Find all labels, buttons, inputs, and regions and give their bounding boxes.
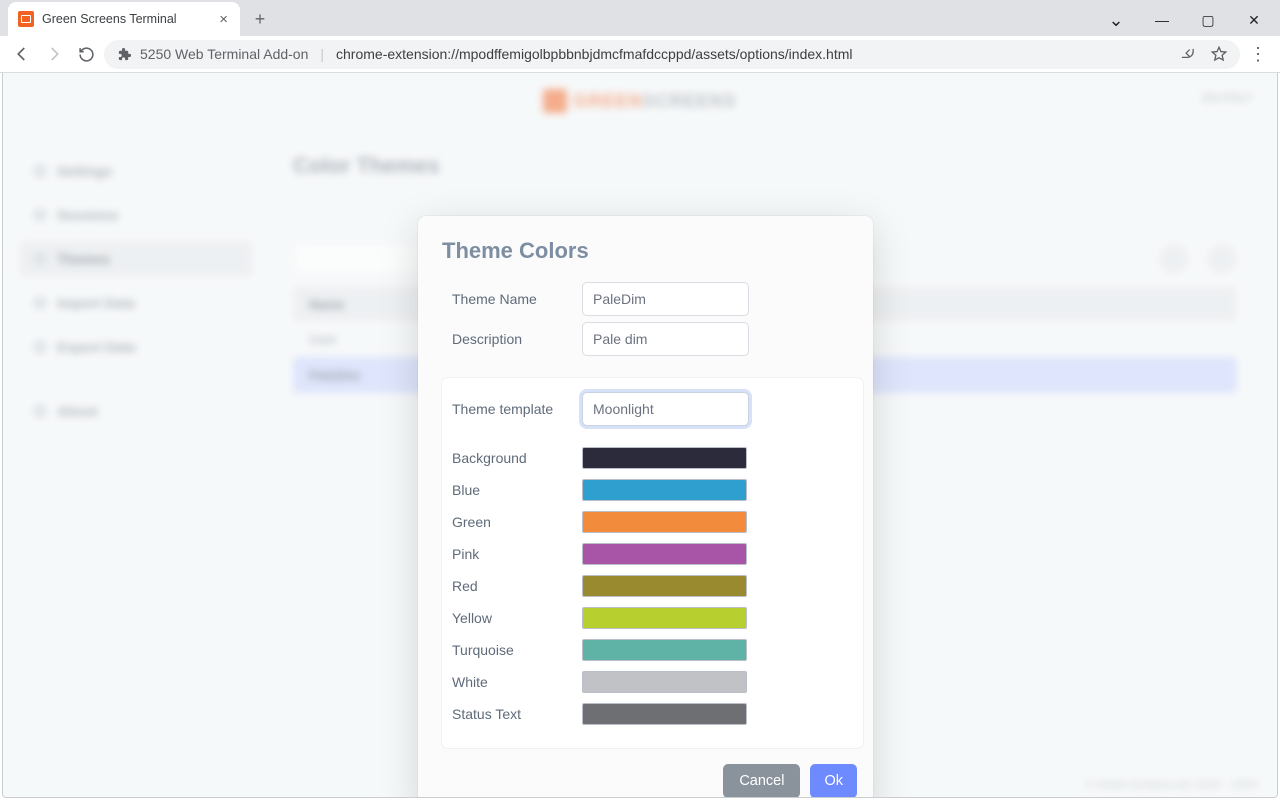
color-swatch[interactable] <box>582 543 747 565</box>
color-swatch[interactable] <box>582 575 747 597</box>
address-bar[interactable]: 5250 Web Terminal Add-on | chrome-extens… <box>104 40 1240 69</box>
browser-menu-icon[interactable]: ⋮ <box>1244 40 1272 68</box>
color-row: Blue <box>452 476 853 504</box>
color-swatch[interactable] <box>582 607 747 629</box>
color-row: Status Text <box>452 700 853 728</box>
bookmark-star-icon[interactable] <box>1210 45 1228 63</box>
description-label: Description <box>452 331 582 347</box>
window-maximize-icon[interactable]: ▢ <box>1186 5 1230 35</box>
color-label: Turquoise <box>452 642 582 658</box>
dialog-title: Theme Colors <box>418 216 873 278</box>
tab-title: Green Screens Terminal <box>42 12 177 26</box>
back-button[interactable] <box>8 40 36 68</box>
color-row: Turquoise <box>452 636 853 664</box>
description-input[interactable] <box>582 322 749 356</box>
color-swatch[interactable] <box>582 703 747 725</box>
color-swatch[interactable] <box>582 671 747 693</box>
color-swatch[interactable] <box>582 479 747 501</box>
color-row: Pink <box>452 540 853 568</box>
window-close-icon[interactable]: ✕ <box>1232 5 1276 35</box>
reload-button[interactable] <box>72 40 100 68</box>
color-label: Red <box>452 578 582 594</box>
extension-icon <box>116 46 132 62</box>
cancel-button[interactable]: Cancel <box>723 764 800 798</box>
window-minimize-icon[interactable]: — <box>1140 5 1184 35</box>
color-row: White <box>452 668 853 696</box>
color-row: Red <box>452 572 853 600</box>
theme-template-label: Theme template <box>452 401 582 417</box>
browser-toolbar: 5250 Web Terminal Add-on | chrome-extens… <box>0 36 1280 73</box>
tab-close-icon[interactable]: × <box>217 11 230 28</box>
ok-button[interactable]: Ok <box>810 764 857 798</box>
color-section: Theme template Background Blue Green Pink Re… <box>442 378 863 748</box>
browser-tab[interactable]: Green Screens Terminal × <box>8 2 240 36</box>
tab-favicon <box>18 11 34 27</box>
color-label: Status Text <box>452 706 582 722</box>
browser-tab-strip: Green Screens Terminal × + ⌄ — ▢ ✕ <box>0 0 1280 36</box>
theme-name-label: Theme Name <box>452 291 582 307</box>
theme-colors-dialog: Theme Colors Theme Name Description Them… <box>418 216 873 798</box>
color-row: Green <box>452 508 853 536</box>
url-text: chrome-extension://mpodffemigolbpbbnbjdm… <box>336 46 852 62</box>
share-icon[interactable] <box>1179 46 1196 63</box>
color-row: Yellow <box>452 604 853 632</box>
window-dropdown-icon[interactable]: ⌄ <box>1094 5 1138 35</box>
color-label: Background <box>452 450 582 466</box>
color-label: Green <box>452 514 582 530</box>
color-swatch[interactable] <box>582 447 747 469</box>
theme-name-input[interactable] <box>582 282 749 316</box>
theme-template-input[interactable] <box>582 392 749 426</box>
color-label: Pink <box>452 546 582 562</box>
color-label: Blue <box>452 482 582 498</box>
color-label: Yellow <box>452 610 582 626</box>
forward-button[interactable] <box>40 40 68 68</box>
new-tab-button[interactable]: + <box>246 5 274 33</box>
color-swatch[interactable] <box>582 639 747 661</box>
color-row: Background <box>452 444 853 472</box>
extension-label: 5250 Web Terminal Add-on <box>140 46 308 62</box>
color-label: White <box>452 674 582 690</box>
color-swatch[interactable] <box>582 511 747 533</box>
